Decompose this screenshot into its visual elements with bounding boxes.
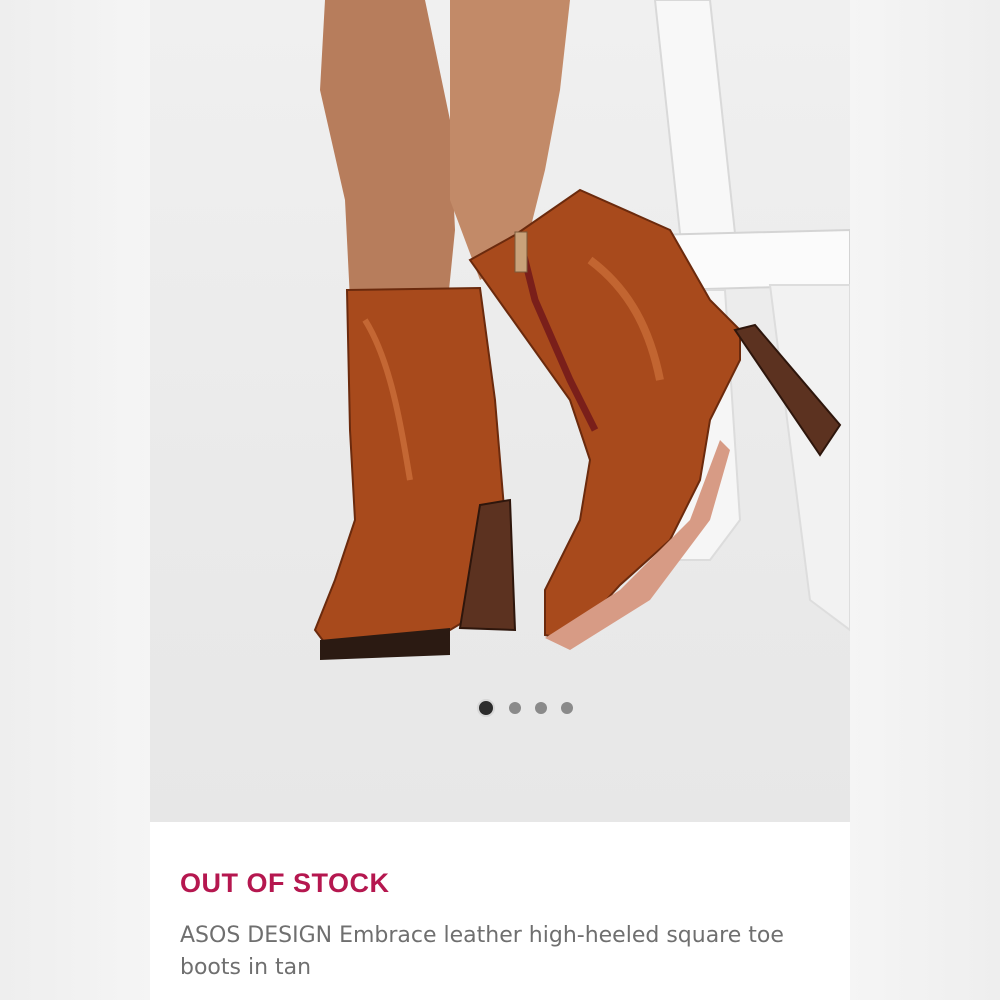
stock-status-label: OUT OF STOCK xyxy=(180,868,390,898)
pagination-dot-4[interactable] xyxy=(561,702,573,714)
page-margin-left xyxy=(0,0,150,1000)
product-title[interactable]: ASOS DESIGN Embrace leather high-heeled … xyxy=(180,920,820,984)
product-info: OUT OF STOCK ASOS DESIGN Embrace leather… xyxy=(150,822,850,1000)
page-margin-right xyxy=(850,0,1000,1000)
image-pagination xyxy=(150,696,850,720)
pagination-dot-1-active[interactable] xyxy=(477,699,495,717)
left-boot xyxy=(313,286,517,660)
pagination-dot-3[interactable] xyxy=(535,702,547,714)
pagination-dot-2[interactable] xyxy=(509,702,521,714)
product-card: OUT OF STOCK ASOS DESIGN Embrace leather… xyxy=(150,0,850,1000)
product-image-carousel[interactable] xyxy=(150,0,850,822)
